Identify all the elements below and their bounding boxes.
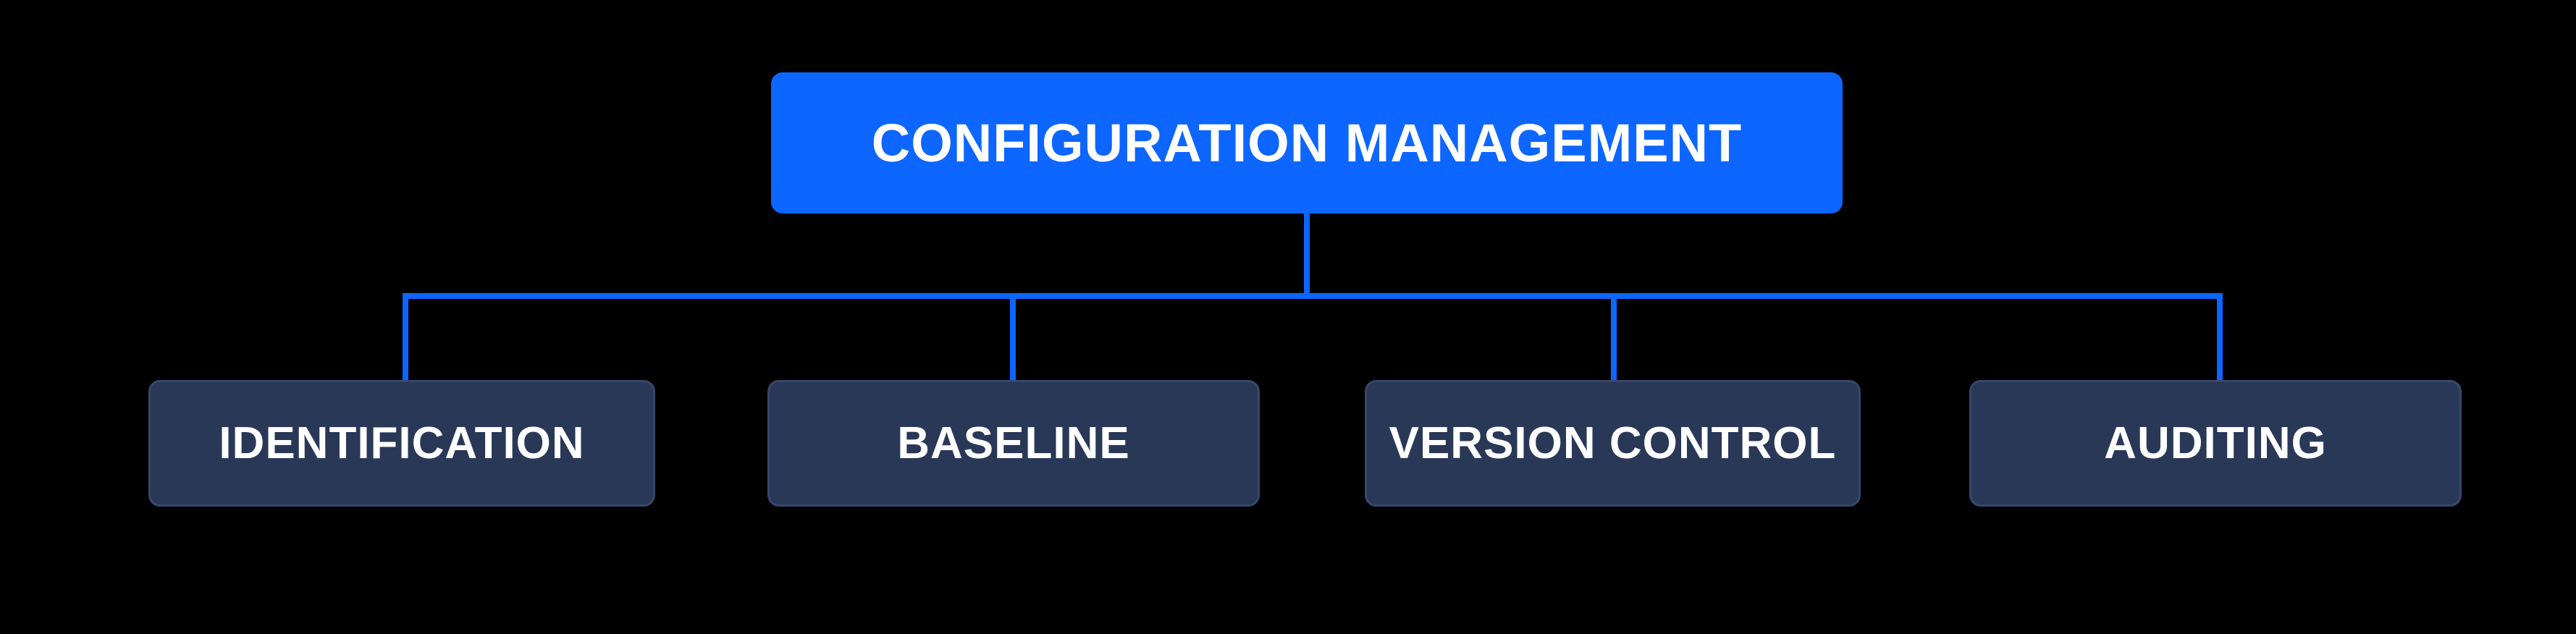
child-node-label: VERSION CONTROL: [1389, 418, 1837, 469]
child-node-version-control: VERSION CONTROL: [1365, 380, 1861, 507]
child-node-identification: IDENTIFICATION: [148, 380, 655, 507]
child-node-label: IDENTIFICATION: [219, 418, 584, 469]
connector-child-2: [1010, 293, 1016, 380]
child-node-auditing: AUDITING: [1969, 380, 2462, 507]
connector-horizontal: [405, 293, 2223, 299]
connector-child-1: [403, 293, 408, 380]
org-chart-diagram: CONFIGURATION MANAGEMENT IDENTIFICATION …: [0, 0, 2576, 634]
root-node-configuration-management: CONFIGURATION MANAGEMENT: [771, 72, 1843, 214]
connector-root-down: [1304, 214, 1310, 293]
connector-child-3: [1611, 293, 1617, 380]
connector-child-4: [2217, 293, 2223, 380]
child-node-baseline: BASELINE: [767, 380, 1260, 507]
root-node-label: CONFIGURATION MANAGEMENT: [872, 112, 1742, 174]
child-node-label: AUDITING: [2104, 418, 2327, 469]
child-node-label: BASELINE: [897, 418, 1129, 469]
